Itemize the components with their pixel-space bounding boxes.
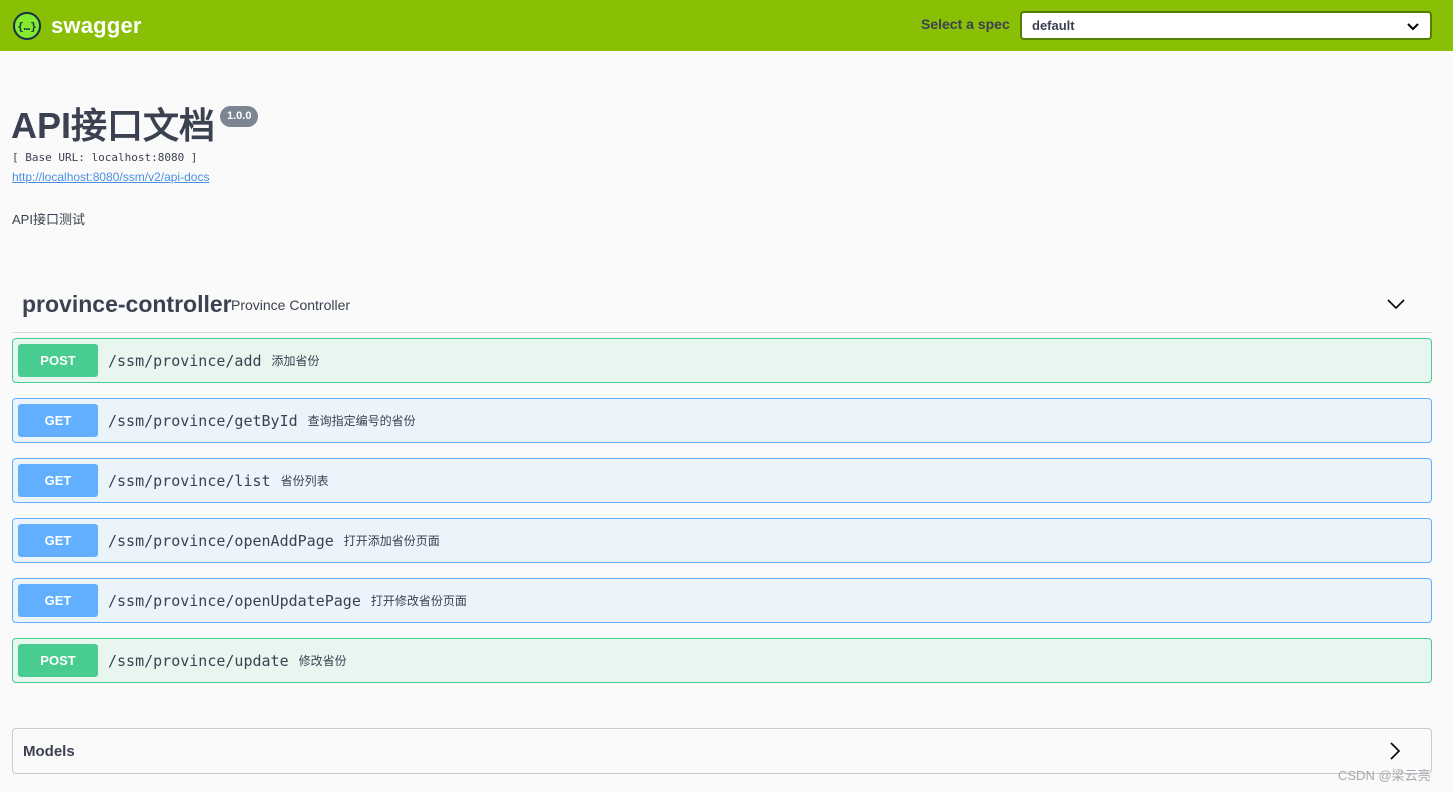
operation-summary: 打开添加省份页面 [343, 534, 440, 548]
operation-path: /ssm/province/openUpdatePage [108, 591, 361, 610]
method-badge-post: POST [18, 344, 98, 377]
operation-get-list[interactable]: GET /ssm/province/list 省份列表 [12, 458, 1432, 503]
spec-select[interactable]: default [1020, 11, 1432, 40]
tag-description: Province Controller [231, 297, 351, 313]
tag-name: province-controller [22, 291, 232, 317]
svg-text:{…}: {…} [17, 20, 37, 33]
version-badge: 1.0.0 [220, 106, 259, 127]
operation-summary: 打开修改省份页面 [370, 594, 467, 608]
page-title: API接口文档 [11, 105, 216, 146]
method-badge-get: GET [18, 584, 98, 617]
api-description: API接口测试 [12, 212, 85, 227]
operation-path: /ssm/province/openAddPage [108, 531, 334, 550]
watermark: CSDN @梁云亮 [1338, 768, 1431, 783]
operation-path: /ssm/province/update [108, 651, 289, 670]
operation-post-update[interactable]: POST /ssm/province/update 修改省份 [12, 638, 1432, 683]
api-docs-link[interactable]: http://localhost:8080/ssm/v2/api-docs [12, 170, 209, 184]
operation-summary: 省份列表 [280, 474, 329, 488]
method-badge-get: GET [18, 524, 98, 557]
swagger-logo[interactable]: {…} swagger [13, 12, 142, 40]
operation-get-openupdatepage[interactable]: GET /ssm/province/openUpdatePage 打开修改省份页… [12, 578, 1432, 623]
base-url: [ Base URL: localhost:8080 ] [12, 151, 198, 164]
models-title: Models [23, 743, 75, 760]
chevron-down-icon[interactable] [1386, 294, 1406, 314]
models-section[interactable]: Models [12, 728, 1432, 774]
topbar: {…} swagger Select a spec default [0, 0, 1453, 51]
operation-summary: 修改省份 [298, 654, 347, 668]
method-badge-post: POST [18, 644, 98, 677]
spec-select-value: default [1032, 18, 1075, 33]
spec-select-label: Select a spec [921, 16, 1010, 32]
chevron-down-icon [1407, 23, 1419, 31]
operation-summary: 查询指定编号的省份 [307, 414, 416, 428]
operation-path: /ssm/province/list [108, 471, 271, 490]
method-badge-get: GET [18, 404, 98, 437]
method-badge-get: GET [18, 464, 98, 497]
chevron-right-icon[interactable] [1385, 741, 1405, 761]
logo-text: swagger [51, 13, 142, 38]
operation-get-openaddpage[interactable]: GET /ssm/province/openAddPage 打开添加省份页面 [12, 518, 1432, 563]
operation-get-getbyid[interactable]: GET /ssm/province/getById 查询指定编号的省份 [12, 398, 1432, 443]
operation-path: /ssm/province/add [108, 351, 262, 370]
swagger-logo-icon: {…} [13, 12, 41, 40]
tag-header-province-controller[interactable]: province-controller Province Controller [12, 288, 1432, 333]
operation-path: /ssm/province/getById [108, 411, 298, 430]
operation-post-add[interactable]: POST /ssm/province/add 添加省份 [12, 338, 1432, 383]
operation-summary: 添加省份 [271, 354, 320, 368]
